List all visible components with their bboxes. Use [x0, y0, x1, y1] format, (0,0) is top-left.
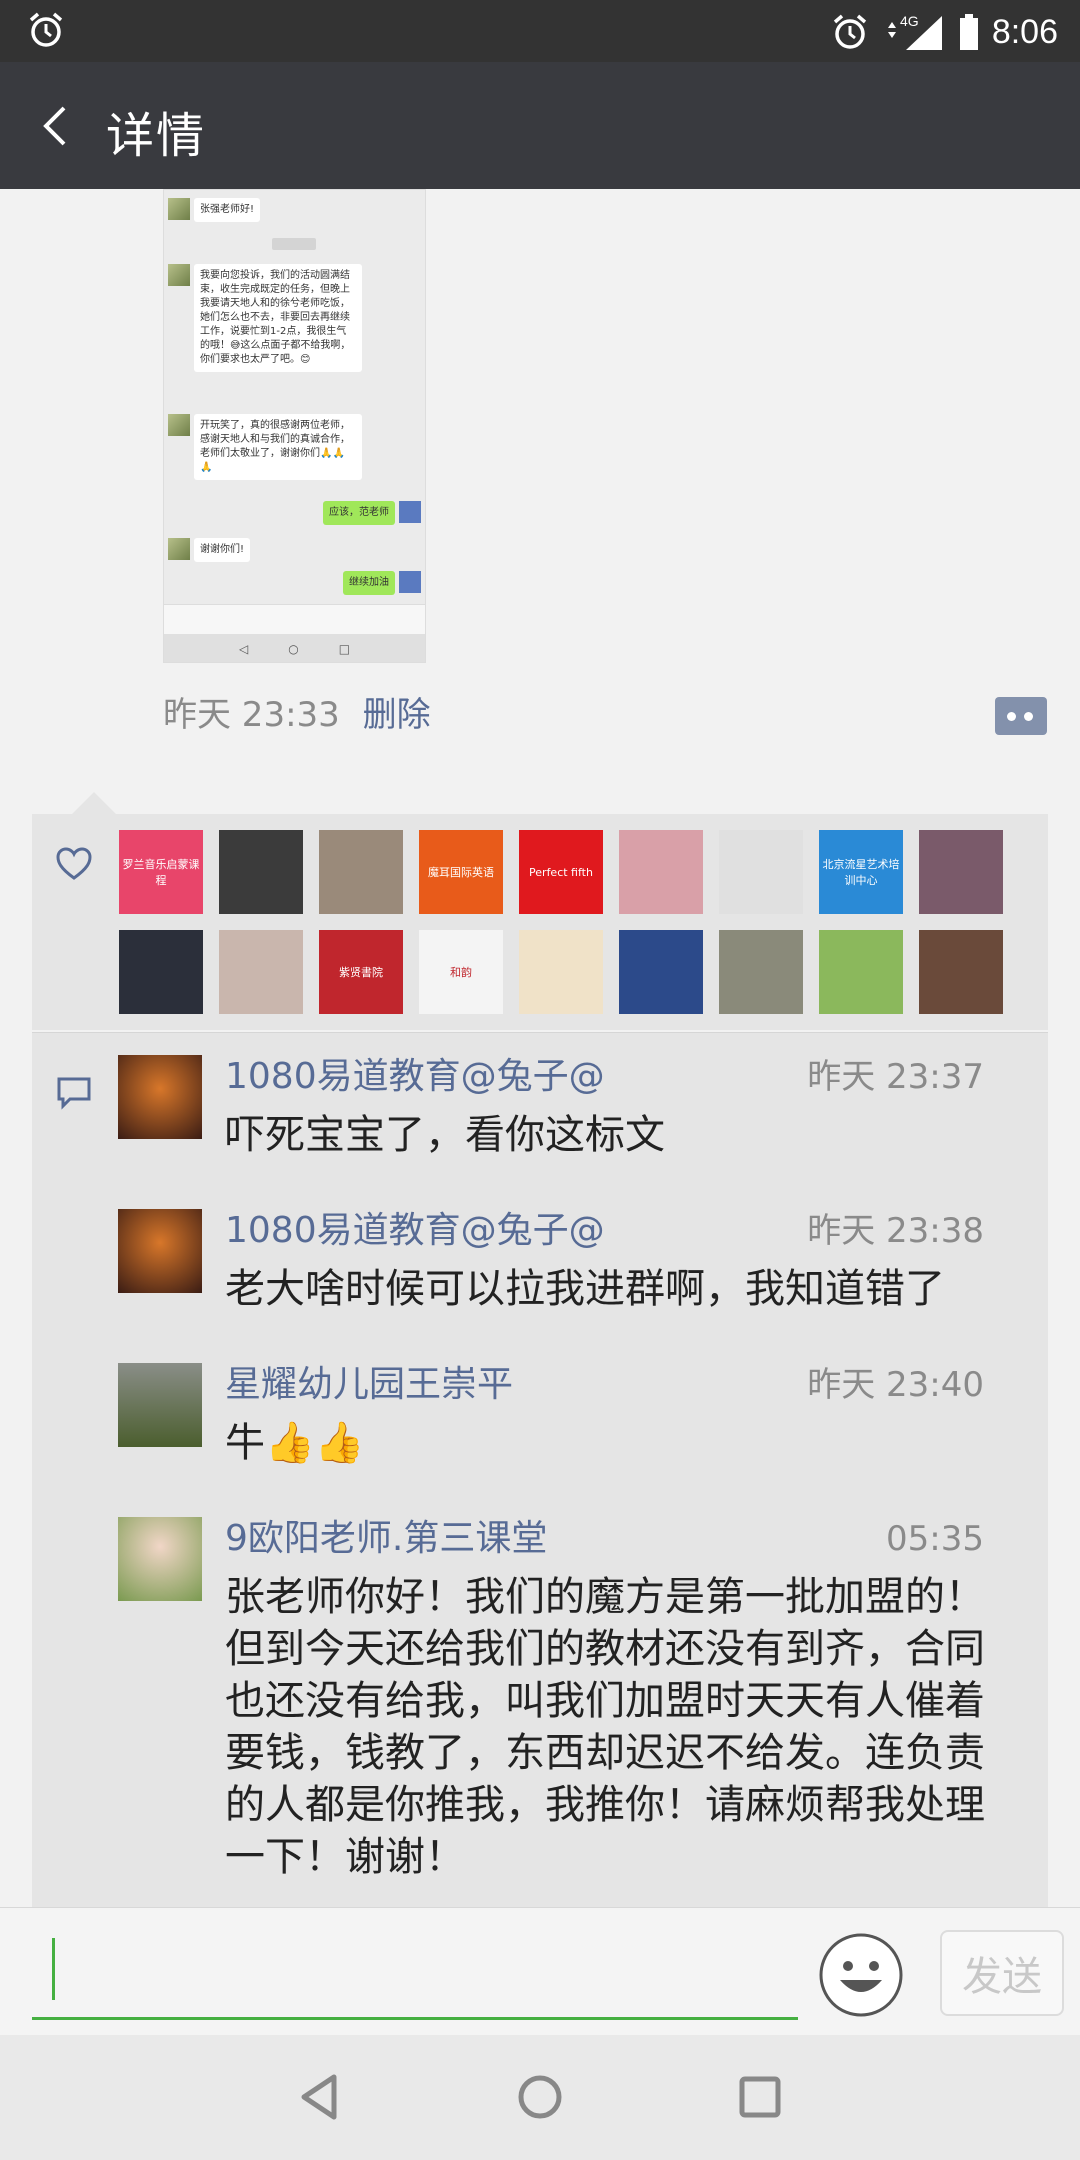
- recents-square-icon[interactable]: [728, 2065, 792, 2129]
- like-avatar[interactable]: 和韵: [419, 930, 503, 1014]
- avatar[interactable]: [118, 1517, 202, 1601]
- chat-nav-bar: ◁ ○ □: [164, 634, 425, 662]
- nav-bar: 详情: [0, 62, 1080, 189]
- alarm-icon: [29, 12, 63, 47]
- like-avatar[interactable]: [319, 830, 403, 914]
- like-avatar[interactable]: [219, 930, 303, 1014]
- like-avatar[interactable]: [919, 830, 1003, 914]
- comments-section: 1080易道教育@兔子@ 昨天 23:37 吓死宝宝了，看你这标文 1080易道…: [32, 1032, 1048, 1907]
- comment-text: 张老师你好！我们的魔方是第一批加盟的！但到今天还给我们的教材还没有到齐，合同也还…: [225, 1574, 985, 1880]
- home-circle-icon: ○: [288, 642, 299, 656]
- chat-bubble: 谢谢你们!: [194, 538, 251, 562]
- chat-time-tag: [272, 238, 316, 250]
- page-title: 详情: [106, 108, 207, 164]
- alarm-icon: [833, 14, 866, 49]
- delete-link[interactable]: 删除: [363, 695, 431, 735]
- chat-avatar: [399, 501, 421, 523]
- avatar[interactable]: [118, 1363, 202, 1447]
- comment-item[interactable]: 9欧阳老师.第三课堂 05:35 张老师你好！我们的魔方是第一批加盟的！但到今天…: [118, 1517, 1038, 1897]
- comment-text: 吓死宝宝了，看你这标文: [225, 1112, 665, 1158]
- chat-bubble: 我要向您投诉，我们的活动圆满结束，收生完成既定的任务，但晚上我要请天地人和的徐兮…: [194, 264, 362, 372]
- likes-section: 罗兰音乐启蒙课程 魔耳国际英语 Perfect fifth 北京流星艺术培训中心紫贤書…: [32, 792, 1048, 1030]
- comment-text: 老大啥时候可以拉我进群啊，我知道错了: [225, 1266, 945, 1312]
- like-avatar[interactable]: 罗兰音乐启蒙课程: [119, 830, 203, 914]
- chat-avatar: [399, 571, 421, 593]
- comment-input-bar: 发送: [0, 1907, 1080, 2035]
- comment-item[interactable]: 1080易道教育@兔子@ 昨天 23:37 吓死宝宝了，看你这标文: [118, 1055, 1038, 1185]
- avatar[interactable]: [118, 1055, 202, 1139]
- comment-time: 05:35: [886, 1519, 984, 1559]
- like-avatar[interactable]: [619, 830, 703, 914]
- like-avatar[interactable]: 紫贤書院: [319, 930, 403, 1014]
- comment-icon: [57, 1077, 91, 1110]
- like-avatar[interactable]: 魔耳国际英语: [419, 830, 503, 914]
- clock: 8:06: [991, 12, 1058, 51]
- post-time: 昨天 23:33: [163, 695, 340, 735]
- back-icon[interactable]: [30, 98, 86, 154]
- post-meta: 昨天 23:33 删除: [163, 687, 431, 736]
- comment-time: 昨天 23:37: [807, 1057, 984, 1097]
- post-detail: 张强老师好! 我要向您投诉，我们的活动圆满结束，收生完成既定的任务，但晚上我要请…: [0, 189, 1080, 1907]
- comment-text: 牛👍👍: [225, 1420, 365, 1466]
- chat-input-bar: [164, 604, 425, 634]
- like-avatar[interactable]: [219, 830, 303, 914]
- chat-bubble: 张强老师好!: [194, 198, 261, 222]
- system-nav-bar: [0, 2035, 1080, 2160]
- like-avatar[interactable]: [719, 930, 803, 1014]
- chat-bubble: 开玩笑了，真的很感谢两位老师，感谢天地人和与我们的真诚合作，老师们太敬业了，谢谢…: [194, 414, 362, 480]
- chat-bubble: 应该，范老师: [323, 501, 395, 525]
- svg-text:4G: 4G: [900, 13, 919, 29]
- like-avatar[interactable]: [619, 930, 703, 1014]
- emoji-icon[interactable]: [818, 1932, 904, 2018]
- comment-input[interactable]: [32, 1928, 798, 2020]
- chat-avatar: [168, 414, 190, 436]
- like-avatar[interactable]: 北京流星艺术培训中心: [819, 830, 903, 914]
- post-image[interactable]: 张强老师好! 我要向您投诉，我们的活动圆满结束，收生完成既定的任务，但晚上我要请…: [163, 189, 426, 663]
- likes-avatar-grid: 罗兰音乐启蒙课程 魔耳国际英语 Perfect fifth 北京流星艺术培训中心紫贤書…: [119, 830, 1039, 1014]
- home-circle-icon[interactable]: [508, 2065, 572, 2129]
- signal-icon: 4G: [887, 13, 942, 50]
- comment-time: 昨天 23:38: [807, 1211, 984, 1251]
- likes-notch: [72, 792, 116, 814]
- recents-square-icon: □: [338, 642, 351, 656]
- like-avatar[interactable]: [519, 930, 603, 1014]
- back-triangle-icon[interactable]: [288, 2065, 352, 2129]
- status-bar: 4G 8:06: [0, 0, 1080, 62]
- chat-avatar: [168, 538, 190, 560]
- like-avatar[interactable]: [119, 930, 203, 1014]
- comment-time: 昨天 23:40: [807, 1365, 984, 1405]
- comment-item[interactable]: 星耀幼儿园王崇平 昨天 23:40 牛👍👍: [118, 1363, 1038, 1493]
- commenter-name[interactable]: 1080易道教育@兔子@: [225, 1055, 605, 1099]
- send-button[interactable]: 发送: [940, 1930, 1064, 2016]
- chat-avatar: [168, 264, 190, 286]
- commenter-name[interactable]: 星耀幼儿园王崇平: [225, 1363, 513, 1407]
- like-avatar[interactable]: [719, 830, 803, 914]
- like-avatar[interactable]: Perfect fifth: [519, 830, 603, 914]
- heart-icon: [56, 847, 92, 880]
- text-cursor: [52, 1938, 55, 2000]
- back-triangle-icon: ◁: [238, 642, 249, 656]
- battery-icon: [959, 14, 978, 50]
- avatar[interactable]: [118, 1209, 202, 1293]
- like-avatar[interactable]: [919, 930, 1003, 1014]
- commenter-name[interactable]: 1080易道教育@兔子@: [225, 1209, 605, 1253]
- chat-avatar: [168, 198, 190, 220]
- like-avatar[interactable]: [819, 930, 903, 1014]
- comment-item[interactable]: 1080易道教育@兔子@ 昨天 23:38 老大啥时候可以拉我进群啊，我知道错了: [118, 1209, 1038, 1339]
- chat-bubble: 继续加油: [343, 571, 395, 595]
- comment-like-menu-button[interactable]: [995, 697, 1047, 735]
- commenter-name[interactable]: 9欧阳老师.第三课堂: [225, 1517, 547, 1561]
